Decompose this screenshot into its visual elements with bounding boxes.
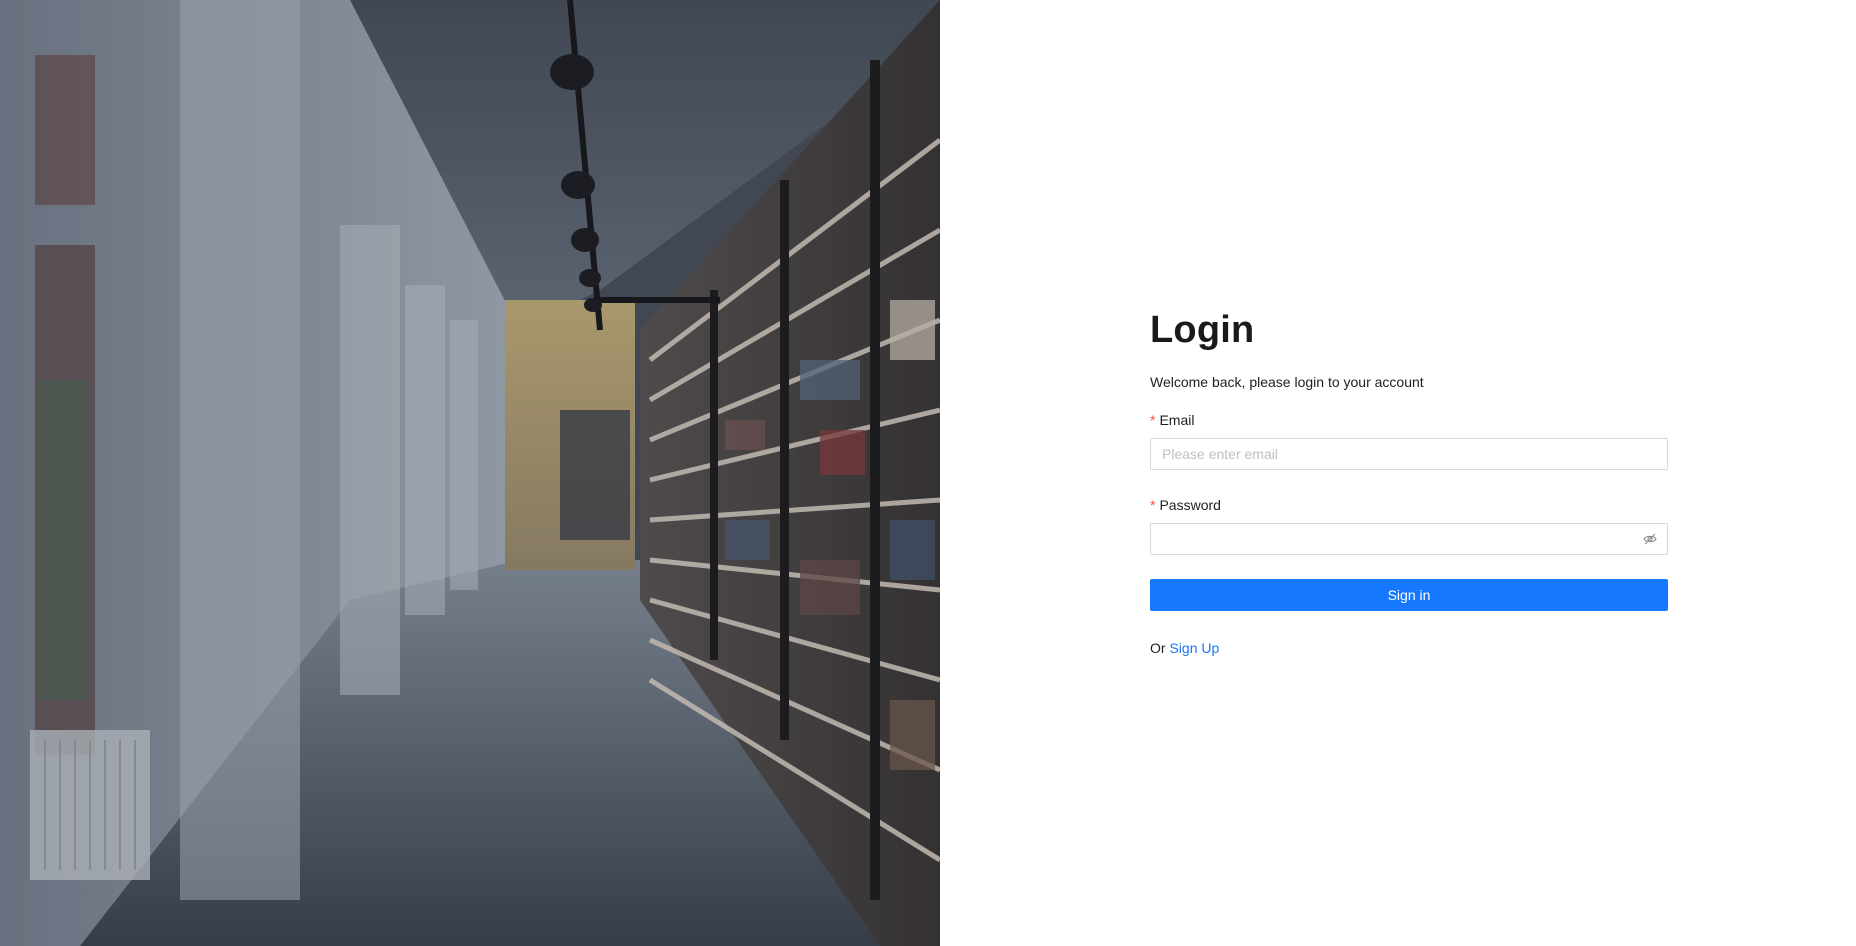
hero-image xyxy=(0,0,940,946)
sign-up-link[interactable]: Sign Up xyxy=(1169,640,1219,656)
password-field-wrapper xyxy=(1150,523,1668,555)
eye-invisible-icon[interactable] xyxy=(1643,532,1657,546)
login-form: Login Welcome back, please login to your… xyxy=(1150,300,1668,658)
password-label: * Password xyxy=(1150,495,1668,515)
page-title: Login xyxy=(1150,309,1255,351)
signup-prefix: Or xyxy=(1150,640,1166,656)
library-corridor-illustration xyxy=(0,0,940,946)
email-label: * Email xyxy=(1150,410,1668,430)
email-label-text: Email xyxy=(1159,412,1195,428)
email-field-wrapper xyxy=(1150,438,1668,470)
form-panel: Login Welcome back, please login to your… xyxy=(940,0,1856,946)
required-mark: * xyxy=(1150,497,1156,513)
sign-in-button[interactable]: Sign in xyxy=(1150,579,1668,611)
required-mark: * xyxy=(1150,412,1156,428)
email-field[interactable] xyxy=(1151,439,1667,469)
password-field[interactable] xyxy=(1151,524,1667,554)
login-page: Login Welcome back, please login to your… xyxy=(0,0,1856,946)
signup-prompt: Or Sign Up xyxy=(1150,638,1668,658)
password-label-text: Password xyxy=(1159,497,1221,513)
login-subtitle: Welcome back, please login to your accou… xyxy=(1150,374,1424,390)
